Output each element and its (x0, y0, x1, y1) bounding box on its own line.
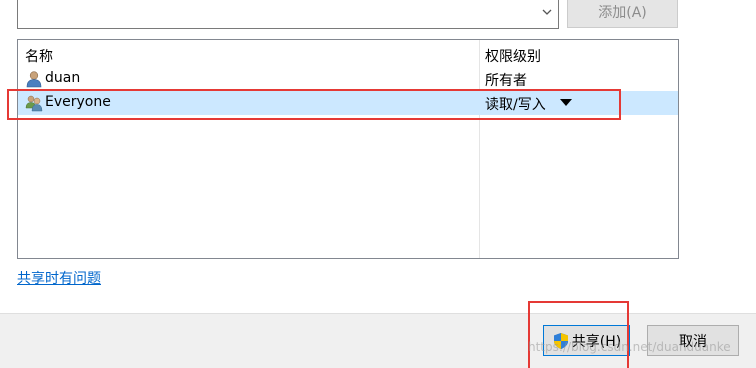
list-item-duan[interactable]: duan 所有者 (18, 67, 678, 91)
sharing-help-link[interactable]: 共享时有问题 (17, 268, 101, 288)
column-header-permission[interactable]: 权限级别 (485, 46, 541, 66)
user-icon (26, 71, 42, 88)
add-button[interactable]: 添加(A) (567, 0, 678, 28)
list-item-permission: 所有者 (485, 73, 527, 89)
highlight-box-share (528, 301, 629, 368)
chevron-down-icon[interactable] (542, 7, 552, 17)
highlight-box-everyone (7, 89, 621, 120)
permissions-list[interactable]: 名称 权限级别 duan 所有者 Everyone 读取/写入 (17, 39, 679, 259)
user-combo-box[interactable] (17, 0, 559, 29)
column-header-name[interactable]: 名称 (25, 46, 53, 66)
list-item-name: duan (45, 70, 81, 86)
watermark: https://blog.csdn.net/duanduanke (528, 340, 731, 354)
